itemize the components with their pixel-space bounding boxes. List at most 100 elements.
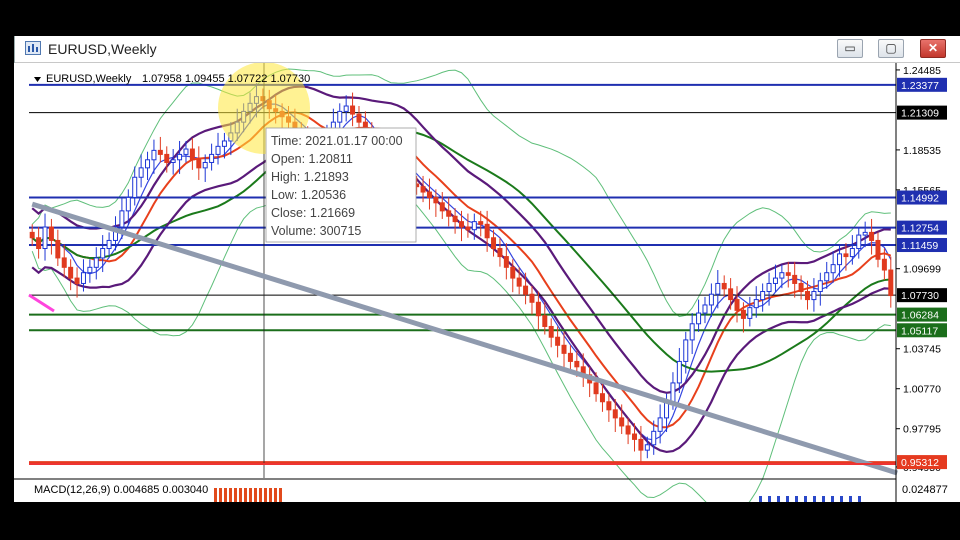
tooltip-high: High: 1.21893 <box>271 170 349 184</box>
chart-area[interactable]: EURUSD,Weekly 1.07958 1.09455 1.07722 1.… <box>14 62 960 518</box>
price-level-label: 1.06284 <box>901 310 939 322</box>
macd-histogram-bar <box>244 488 247 502</box>
minimize-icon: ▭ <box>844 41 856 55</box>
candle-body <box>132 176 138 198</box>
price-level-label: 1.05117 <box>901 325 938 337</box>
price-level-label: 1.07730 <box>901 290 939 302</box>
price-axis-tick-label: 0.97795 <box>903 424 941 436</box>
candle-body <box>157 149 163 155</box>
candle-body <box>420 186 426 193</box>
macd-histogram-bar <box>219 488 222 502</box>
candle-body <box>452 215 458 223</box>
macd-histogram-bar <box>269 488 272 502</box>
candle-body <box>728 288 734 301</box>
candle-body <box>535 301 541 317</box>
candle-body <box>772 277 778 284</box>
candle-body <box>747 307 753 319</box>
candle-body <box>657 417 663 432</box>
candle-body <box>830 264 836 274</box>
candle-body <box>215 145 221 155</box>
candle-body <box>555 336 561 346</box>
candle-body <box>567 352 573 362</box>
candle-body <box>93 257 99 268</box>
candle-body <box>510 266 516 279</box>
candle-body <box>619 417 625 427</box>
bottom-letterbox <box>0 502 960 540</box>
candle-body <box>446 210 452 217</box>
candle-body <box>651 430 657 446</box>
candle-body <box>151 149 157 161</box>
candle-body <box>849 248 855 258</box>
macd-histogram-bar <box>249 488 252 502</box>
candle-body <box>48 226 54 241</box>
candle-body <box>42 226 48 250</box>
tooltip-open: Open: 1.20811 <box>271 152 353 166</box>
candle-body <box>644 444 650 451</box>
candle-body <box>753 299 759 309</box>
macd-histogram-bar <box>279 488 282 502</box>
candle-body <box>676 360 682 384</box>
candle-body <box>87 266 93 274</box>
candle-body <box>574 360 580 368</box>
candle-body <box>811 291 817 301</box>
candle-body <box>478 221 484 225</box>
candle-body <box>734 299 740 311</box>
candle-body <box>516 277 522 287</box>
price-level-label: 1.14992 <box>901 193 939 205</box>
close-button[interactable]: ✕ <box>920 39 946 58</box>
close-icon: ✕ <box>927 41 939 55</box>
price-level-label: 1.21309 <box>901 108 939 120</box>
candle-body <box>766 282 772 293</box>
candle-body <box>183 148 189 155</box>
candle-body <box>36 237 42 250</box>
candle-body <box>548 325 554 338</box>
macd-histogram-bar <box>214 488 217 502</box>
minimize-button[interactable]: ▭ <box>837 39 863 58</box>
candle-body <box>106 239 112 250</box>
candle-body <box>856 234 862 250</box>
candle-body <box>471 221 477 231</box>
candle-body <box>843 253 849 258</box>
macd-histogram-bar <box>264 488 267 502</box>
candle-body <box>888 269 894 297</box>
chart-window-icon <box>25 41 41 55</box>
candle-body <box>632 433 637 440</box>
candle-body <box>356 113 362 123</box>
tooltip-time: Time: 2021.01.17 00:00 <box>271 134 403 148</box>
candle-body <box>805 291 810 301</box>
macd-label: MACD(12,26,9) 0.004685 0.003040 <box>34 484 208 496</box>
candle-body <box>491 237 497 250</box>
candle-body <box>593 382 599 395</box>
candle-body <box>625 425 631 435</box>
candle-body <box>80 272 86 284</box>
candle-body <box>779 272 785 279</box>
candle-body <box>100 248 106 259</box>
price-axis-tick-label: 1.00770 <box>903 384 941 396</box>
candle-body <box>638 438 644 451</box>
candle-body <box>721 282 727 290</box>
macd-axis-tick: 0.024877 <box>902 484 948 496</box>
price-level-label: 1.12754 <box>901 223 939 235</box>
candle-body <box>817 280 823 293</box>
candle-body <box>484 223 490 239</box>
window-titlebar[interactable]: EURUSD,Weekly ▭ ▢ ✕ <box>15 36 960 63</box>
candle-body <box>29 231 35 239</box>
low-support-line <box>29 463 896 465</box>
chart-ohlc-values: 1.07958 1.09455 1.07722 1.07730 <box>142 73 310 85</box>
candle-body <box>74 277 80 284</box>
candle-body <box>708 293 714 306</box>
window-title: EURUSD,Weekly <box>48 41 157 57</box>
candle-body <box>68 266 74 279</box>
price-chart[interactable]: EURUSD,Weekly 1.07958 1.09455 1.07722 1.… <box>14 62 960 518</box>
candle-body <box>125 196 131 212</box>
candle-body <box>170 159 176 163</box>
candle-body <box>459 221 464 228</box>
maximize-button[interactable]: ▢ <box>878 39 904 58</box>
candle-body <box>612 409 618 419</box>
candle-body <box>523 285 529 295</box>
candle-body <box>529 293 535 303</box>
candle-body <box>740 309 746 319</box>
tooltip-volume: Volume: 300715 <box>271 224 361 238</box>
price-level-label: 1.11459 <box>901 240 938 252</box>
price-tooltip: Time: 2021.01.17 00:00 Open: 1.20811 Hig… <box>265 127 417 243</box>
